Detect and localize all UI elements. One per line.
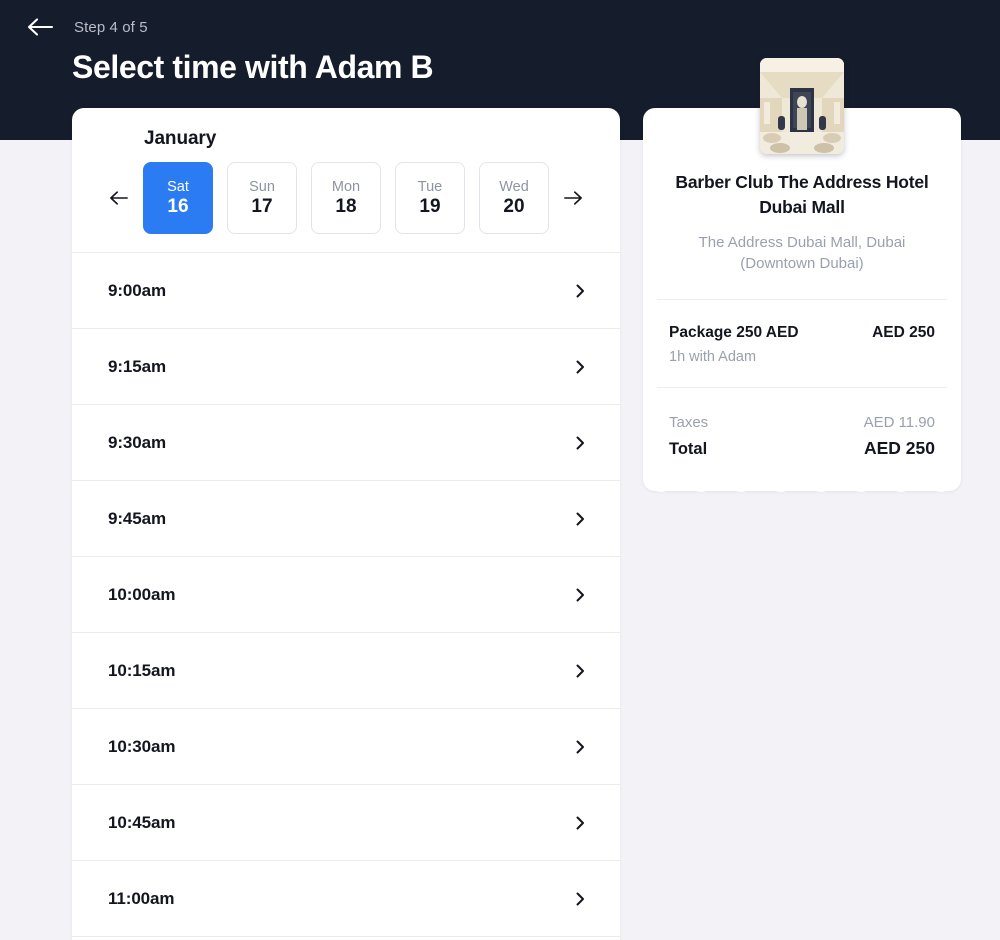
prev-week-button[interactable] [102,181,136,215]
arrow-right-icon [564,191,582,205]
time-slot-row[interactable]: 9:15am [72,329,620,405]
time-slot-row[interactable]: 10:30am [72,709,620,785]
date-strip: Sat 16 Sun 17 Mon 18 Tue 19 Wed 20 [72,150,620,252]
chevron-right-icon [576,816,584,829]
time-slot-row[interactable]: 10:45am [72,785,620,861]
date-tile-sun-17[interactable]: Sun 17 [227,162,297,234]
time-slot-row[interactable]: 11:00am [72,861,620,937]
time-slot-label: 9:00am [108,280,166,300]
time-slot-label: 10:45am [108,812,176,832]
chevron-right-icon [576,512,584,525]
line-item-main: Package 250 AED AED 250 [669,324,935,342]
date-tile-weekday: Tue [417,178,443,195]
chevron-right-icon [576,892,584,905]
chevron-right-icon [576,740,584,753]
chevron-right-icon [576,360,584,373]
date-tile-day: 19 [419,196,441,218]
chevron-right-icon [576,588,584,601]
time-slot-row[interactable]: 10:00am [72,557,620,633]
step-indicator-row: Step 4 of 5 [26,12,646,42]
business-name: Barber Club The Address Hotel Dubai Mall [675,172,929,217]
chevron-right-icon [576,664,584,677]
date-tile-day: 18 [335,196,357,218]
time-slot-list: 9:00am 9:15am 9:30am 9:45am 10:00am 10:1… [72,252,620,937]
step-label: Step 4 of 5 [74,18,148,36]
calendar-month-label: January [144,128,217,149]
total-row: Total AED 250 [669,438,935,459]
chevron-right-icon [576,284,584,297]
total-label: Total [669,440,708,459]
next-week-button[interactable] [556,181,590,215]
time-slot-label: 10:15am [108,660,176,680]
date-tile-sat-16[interactable]: Sat 16 [143,162,213,234]
time-slot-label: 9:30am [108,432,166,452]
time-selection-panel: January Sat 16 Sun 17 Mon 18 Tue 19 Wed … [72,108,620,940]
business-address: The Address Dubai Mall, Dubai (Downtown … [698,233,906,273]
page-title: Select time with Adam B [72,49,434,85]
time-slot-label: 11:00am [108,888,175,908]
date-tile-weekday: Sun [249,178,275,195]
date-tiles: Sat 16 Sun 17 Mon 18 Tue 19 Wed 20 [143,162,549,234]
arrow-left-icon[interactable] [26,16,54,38]
time-slot-label: 9:15am [108,356,166,376]
time-slot-label: 10:30am [108,736,176,756]
time-slot-row[interactable]: 9:30am [72,405,620,481]
time-slot-label: 10:00am [108,584,176,604]
booking-summary-card: Barber Club The Address Hotel Dubai Mall… [643,58,961,493]
line-item: Package 250 AED AED 250 1h with Adam [643,300,961,387]
date-tile-weekday: Sat [167,178,189,195]
taxes-label: Taxes [669,414,709,432]
date-tile-wed-20[interactable]: Wed 20 [479,162,549,234]
chevron-right-icon [576,436,584,449]
time-slot-label: 9:45am [108,508,166,528]
taxes-row: Taxes AED 11.90 [669,414,935,431]
date-tile-tue-19[interactable]: Tue 19 [395,162,465,234]
date-tile-weekday: Wed [499,178,529,195]
time-slot-row[interactable]: 9:45am [72,481,620,557]
arrow-left-icon [110,191,128,205]
line-item-price: AED 250 [872,324,935,342]
total-value: AED 250 [863,438,935,459]
time-slot-row[interactable]: 10:15am [72,633,620,709]
date-tile-mon-18[interactable]: Mon 18 [311,162,381,234]
barbershop-interior-photo [760,58,844,154]
date-tile-day: 20 [503,196,525,218]
barbershop-interior-photo-art [760,58,844,154]
time-slot-row[interactable]: 9:00am [72,253,620,329]
taxes-value: AED 11.90 [863,414,935,432]
date-tile-day: 16 [167,196,189,218]
line-item-name: Package 250 AED [669,324,799,342]
date-tile-day: 17 [251,196,273,218]
totals-section: Taxes AED 11.90 Total AED 250 [643,388,961,465]
line-item-detail: 1h with Adam [669,349,757,366]
header-content: Step 4 of 5 Select time with Adam B [26,12,646,86]
date-tile-weekday: Mon [331,178,361,195]
receipt-scallop-edge [643,474,961,493]
